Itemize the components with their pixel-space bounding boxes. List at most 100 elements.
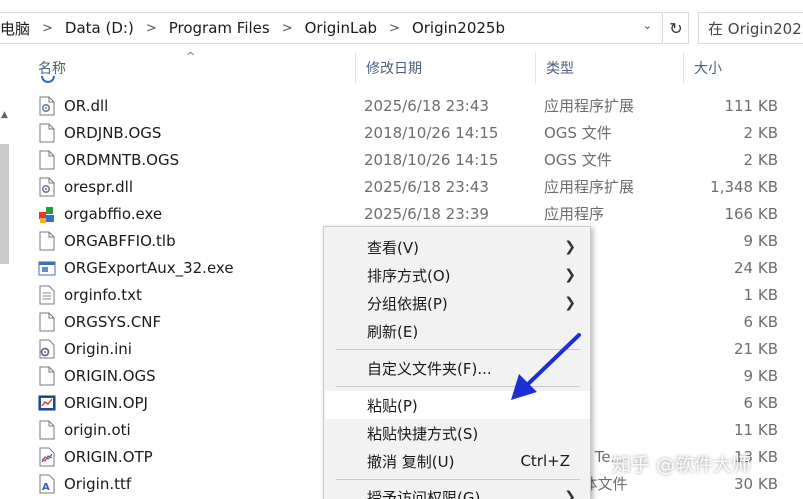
menu-item-label: 分组依据(P) <box>367 294 448 313</box>
file-row[interactable]: ORDMNTB.OGS 2018/10/26 14:15 OGS 文件 2 KB <box>28 146 803 173</box>
file-name-cell[interactable]: ORGExportAux_32.exe <box>38 254 368 281</box>
file-name-cell[interactable]: ORIGIN.OGS <box>38 362 368 389</box>
menu-item-label: 撤消 复制(U) <box>367 452 455 471</box>
menu-item-label: 查看(V) <box>367 238 419 257</box>
file-explorer-window: 电脑 > Data (D:) > Program Files > OriginL… <box>0 0 803 499</box>
menu-item-paste-shortcut[interactable]: 粘贴快捷方式(S) <box>325 419 590 447</box>
file-name: ORIGIN.OTP <box>64 447 153 466</box>
breadcrumb-chevron-icon[interactable]: > <box>282 21 293 36</box>
breadcrumb-chevron-icon[interactable]: > <box>42 21 53 36</box>
file-size: 1,348 KB <box>710 177 778 196</box>
file-size: 6 KB <box>743 312 778 331</box>
file-name: ORIGIN.OPJ <box>64 393 148 412</box>
file-type: 应用程序 <box>544 205 605 223</box>
navigation-pane: ▲ <box>0 52 28 499</box>
blank-file-icon <box>38 231 56 251</box>
file-name-cell[interactable]: orginfo.txt <box>38 281 368 308</box>
blank-file-icon <box>38 312 56 332</box>
file-name: ORGExportAux_32.exe <box>64 258 234 277</box>
file-name-cell[interactable]: ORDJNB.OGS <box>38 119 368 146</box>
navigation-scrollbar-thumb[interactable] <box>0 144 9 264</box>
breadcrumb-this-pc[interactable]: 电脑 <box>0 18 30 39</box>
file-name-cell[interactable]: Origin.ini <box>38 335 368 362</box>
menu-item-label: 刷新(E) <box>367 322 419 341</box>
file-name-cell[interactable]: orespr.dll <box>38 173 368 200</box>
file-name: ORGABFFIO.tlb <box>64 231 176 250</box>
menu-item-view[interactable]: 查看(V) ❯ <box>325 233 590 261</box>
search-placeholder: 在 Origin2025b <box>708 19 803 38</box>
file-date: 2018/10/26 14:15 <box>364 123 499 142</box>
file-name-cell[interactable]: ORDMNTB.OGS <box>38 146 368 173</box>
column-header-type[interactable]: 类型 <box>536 52 684 84</box>
sort-ascending-icon: ^ <box>186 50 196 63</box>
breadcrumb-program-files[interactable]: Program Files <box>169 19 270 37</box>
file-type: 应用程序扩展 <box>544 178 635 196</box>
column-header-size-label: 大小 <box>694 61 722 77</box>
file-name: origin.oti <box>64 420 131 439</box>
column-header-date[interactable]: 修改日期 <box>356 52 536 84</box>
exe-app-icon <box>38 204 56 224</box>
submenu-arrow-icon: ❯ <box>564 489 576 499</box>
submenu-arrow-icon: ❯ <box>564 295 576 311</box>
file-name-cell[interactable]: origin.oti <box>38 416 368 443</box>
menu-item-give-access[interactable]: 授予访问权限(G) ❯ <box>325 483 590 499</box>
file-name-cell[interactable]: ORIGIN.OTP <box>38 443 368 470</box>
file-size: 166 KB <box>724 204 778 223</box>
file-date: 2025/6/18 23:39 <box>364 204 489 223</box>
address-history-dropdown-icon[interactable]: ⌄ <box>643 19 652 32</box>
file-size: 2 KB <box>743 123 778 142</box>
file-name: ORDJNB.OGS <box>64 123 162 142</box>
address-bar[interactable]: 电脑 > Data (D:) > Program Files > OriginL… <box>0 12 663 44</box>
file-name-cell[interactable]: OR.dll <box>38 92 368 119</box>
file-name-cell[interactable]: ORGABFFIO.tlb <box>38 227 368 254</box>
file-row[interactable]: ORDJNB.OGS 2018/10/26 14:15 OGS 文件 2 KB <box>28 119 803 146</box>
column-header-date-label: 修改日期 <box>366 61 422 77</box>
file-row[interactable]: OR.dll 2025/6/18 23:43 应用程序扩展 111 KB <box>28 92 803 119</box>
breadcrumb-originlab[interactable]: OriginLab <box>305 19 377 37</box>
menu-item-label: 排序方式(O) <box>367 266 451 285</box>
breadcrumb-chevron-icon[interactable]: > <box>146 21 157 36</box>
file-date: 2025/6/18 23:43 <box>364 96 489 115</box>
column-headers: 名称 ^ 修改日期 类型 大小 <box>28 50 803 84</box>
file-size: 1 KB <box>743 285 778 304</box>
breadcrumb-chevron-icon[interactable]: > <box>389 21 400 36</box>
blank-file-icon <box>38 123 56 143</box>
blank-file-icon <box>38 420 56 440</box>
annotation-arrow-icon <box>511 333 581 400</box>
file-size: 6 KB <box>743 393 778 412</box>
menu-item-sort-by[interactable]: 排序方式(O) ❯ <box>325 261 590 289</box>
file-size: 111 KB <box>724 96 778 115</box>
dll-gear-icon <box>38 96 56 116</box>
file-name: ORDMNTB.OGS <box>64 150 180 169</box>
column-header-type-label: 类型 <box>546 61 574 77</box>
menu-separator <box>336 479 580 480</box>
column-header-size[interactable]: 大小 <box>684 52 803 84</box>
window-exe-icon <box>38 258 56 278</box>
file-name-cell[interactable]: ORIGIN.OPJ <box>38 389 368 416</box>
svg-text:A: A <box>42 482 50 493</box>
column-header-name[interactable]: 名称 ^ <box>28 50 356 84</box>
file-size: 9 KB <box>743 366 778 385</box>
submenu-arrow-icon: ❯ <box>564 267 576 283</box>
refresh-icon[interactable]: ↻ <box>664 12 689 44</box>
file-size: 2 KB <box>743 150 778 169</box>
file-row[interactable]: orespr.dll 2025/6/18 23:43 应用程序扩展 1,348 KB <box>28 173 803 200</box>
file-name: Origin.ini <box>64 339 132 358</box>
menu-item-group-by[interactable]: 分组依据(P) ❯ <box>325 289 590 317</box>
file-row[interactable]: orgabffio.exe 2025/6/18 23:39 应用程序 166 KB <box>28 200 803 227</box>
breadcrumb-current-folder[interactable]: Origin2025b <box>412 19 505 37</box>
file-size: 24 KB <box>734 258 778 277</box>
address-bar-area: 电脑 > Data (D:) > Program Files > OriginL… <box>0 0 803 52</box>
menu-item-undo-copy[interactable]: 撤消 复制(U) Ctrl+Z <box>325 447 590 475</box>
search-input[interactable]: 在 Origin2025b <box>698 12 803 44</box>
breadcrumb-drive[interactable]: Data (D:) <box>65 19 134 37</box>
file-name-cell[interactable]: orgabffio.exe <box>38 200 368 227</box>
file-name-cell[interactable]: A Origin.ttf <box>38 470 368 497</box>
file-name: ORIGIN.OGS <box>64 366 156 385</box>
file-name-cell[interactable]: ORGSYS.CNF <box>38 308 368 335</box>
scroll-up-icon[interactable]: ▲ <box>1 110 8 120</box>
ini-gear-icon <box>38 339 56 359</box>
file-type: 应用程序扩展 <box>544 97 635 115</box>
blank-file-icon <box>38 150 56 170</box>
file-name: Origin.ttf <box>64 474 132 493</box>
